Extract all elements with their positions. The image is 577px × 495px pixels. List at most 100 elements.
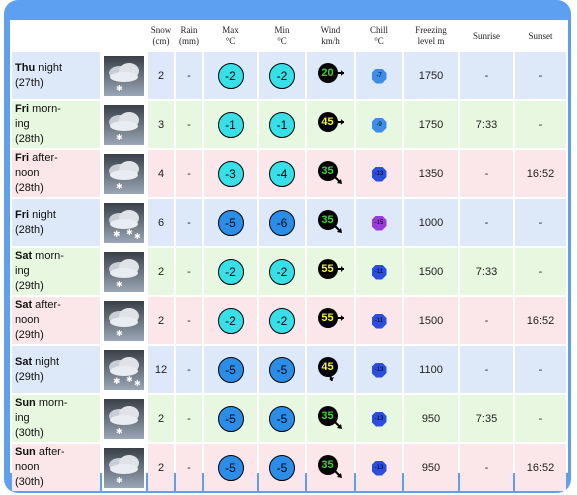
weather-icon-cell: ✱ — [102, 52, 146, 99]
wind-cell: 35 — [307, 444, 354, 491]
svg-text:✱: ✱ — [116, 280, 123, 289]
wind-chill-badge: -15 — [371, 215, 387, 231]
min-temp-cell: -6 — [259, 199, 305, 246]
max-temp-badge: -5 — [217, 405, 244, 432]
period-part: after- — [29, 152, 58, 164]
snow-cell: 2 — [148, 248, 174, 295]
forecast-panel: Snow (cm) Rain (mm) Max °C Min °C Wind km/h C… — [10, 20, 568, 491]
snow-cell: 3 — [148, 101, 174, 148]
max-temp-cell: -5 — [204, 444, 257, 491]
svg-text:✱: ✱ — [134, 232, 141, 241]
min-temp-badge: -5 — [269, 405, 295, 432]
sunrise-cell: - — [460, 199, 513, 246]
rain-cell: - — [176, 101, 202, 148]
freezing-level-cell: 1100 — [404, 346, 458, 393]
header-sunset: Sunset — [515, 22, 566, 50]
min-temp-cell: -4 — [259, 150, 305, 197]
freezing-level-cell: 1350 — [404, 150, 458, 197]
rain-cell: - — [176, 444, 202, 491]
cloud-snow-light-icon: ✱ — [102, 55, 146, 96]
forecast-row: Sun morn-ing (30th) ✱ 2- -5 -5 35 -13 950 7:35- — [12, 395, 566, 442]
wind-badge: 35 — [317, 159, 344, 185]
chill-cell: -15 — [356, 199, 402, 246]
period-part-cont: ing — [15, 118, 30, 130]
period-day: Sat — [15, 250, 33, 262]
period-day: Fri — [15, 208, 30, 221]
max-temp-badge: -5 — [217, 454, 244, 481]
wind-chill-badge: -13 — [371, 362, 387, 378]
forecast-table: Snow (cm) Rain (mm) Max °C Min °C Wind km/h C… — [10, 20, 568, 493]
wind-chill-badge: -13 — [371, 166, 387, 182]
wind-speed: 55 — [317, 308, 338, 328]
sunrise-cell: - — [460, 150, 513, 197]
sunrise-cell: 7:33 — [460, 248, 513, 295]
wind-speed: 35 — [317, 161, 338, 181]
period-cell: Fri after-noon (28th) — [12, 150, 100, 197]
sunrise-cell: - — [460, 444, 513, 491]
header-rain: Rain (mm) — [176, 22, 202, 50]
svg-text:✱: ✱ — [113, 376, 121, 386]
wind-chill-badge: -11 — [371, 264, 387, 280]
weather-icon-cell: ✱ — [102, 297, 146, 344]
period-cell: Sun after-noon (30th) — [12, 444, 100, 491]
max-temp-cell: -2 — [204, 297, 257, 344]
weather-icon-cell: ✱ — [102, 150, 146, 197]
sunrise-cell: - — [460, 297, 513, 344]
wind-cell: 35 — [307, 395, 354, 442]
freezing-level-cell: 950 — [404, 395, 458, 442]
wind-badge: 20 — [317, 61, 344, 87]
weather-icon-cell: ✱ — [102, 444, 146, 491]
max-temp-badge: -2 — [217, 258, 244, 285]
wind-cell: 20 — [307, 52, 354, 99]
period-date: (29th) — [15, 280, 44, 292]
max-temp-cell: -2 — [204, 248, 257, 295]
period-cell: Sat night (29th) — [12, 346, 100, 393]
wind-speed: 45 — [317, 357, 338, 377]
wind-cell: 45 — [307, 101, 354, 148]
wind-cell: 45 — [307, 346, 354, 393]
sunset-cell: - — [515, 199, 566, 246]
max-temp-badge: -2 — [217, 62, 244, 89]
header-max: Max °C — [204, 22, 257, 50]
max-temp-badge: -5 — [217, 209, 244, 236]
header-wind: Wind km/h — [307, 22, 354, 50]
min-temp-badge: -4 — [269, 160, 295, 187]
chill-cell: -13 — [356, 395, 402, 442]
period-date: (29th) — [15, 370, 44, 383]
svg-text:✱: ✱ — [113, 229, 121, 239]
weather-icon-cell: ✱ — [102, 248, 146, 295]
weather-icon-cell: ✱ — [102, 101, 146, 148]
min-temp-badge: -5 — [269, 356, 295, 383]
sunrise-cell: - — [460, 52, 513, 99]
min-temp-badge: -2 — [269, 307, 295, 334]
max-temp-cell: -2 — [204, 52, 257, 99]
min-temp-cell: -1 — [259, 101, 305, 148]
period-part: after- — [32, 299, 61, 311]
period-day: Sun — [15, 446, 36, 458]
wind-badge: 35 — [317, 404, 344, 430]
wind-chill-badge: -13 — [371, 411, 387, 427]
snow-cell: 4 — [148, 150, 174, 197]
wind-badge: 55 — [317, 306, 344, 332]
min-temp-badge: -5 — [269, 454, 295, 481]
period-date: (28th) — [15, 133, 44, 145]
rain-cell: - — [176, 199, 202, 246]
forecast-row: Sat morn-ing (29th) ✱ 2- -2 -2 55 -11 1500 7:33- — [12, 248, 566, 295]
period-day: Sat — [15, 355, 33, 368]
chill-cell: -7 — [356, 52, 402, 99]
period-date: (27th) — [15, 76, 44, 89]
max-temp-cell: -1 — [204, 101, 257, 148]
chill-cell: -13 — [356, 346, 402, 393]
rain-cell: - — [176, 297, 202, 344]
max-temp-cell: -5 — [204, 395, 257, 442]
period-cell: Sat after-noon (29th) — [12, 297, 100, 344]
period-part: night — [35, 61, 63, 74]
rain-cell: - — [176, 395, 202, 442]
cloud-snow-light-icon: ✱ — [102, 398, 146, 439]
weather-icon-cell: ✱ — [102, 395, 146, 442]
wind-chill-badge: -13 — [371, 460, 387, 476]
sunset-cell: 16:52 — [515, 150, 566, 197]
wind-chill-badge: -7 — [371, 68, 387, 84]
period-date: (28th) — [15, 223, 44, 236]
forecast-row: Fri night (28th) ✱ ✱ ✱ 6- -5 -6 35 -15 1000- - — [12, 199, 566, 246]
